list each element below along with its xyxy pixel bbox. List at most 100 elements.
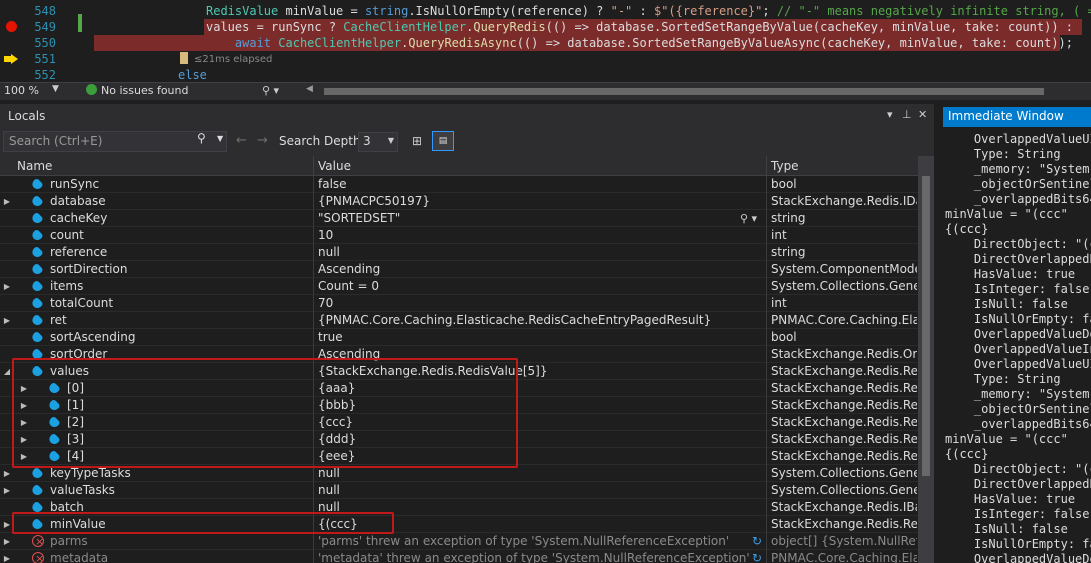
local-value[interactable]: 70 bbox=[318, 295, 762, 312]
local-value[interactable]: 'parms' threw an exception of type 'Syst… bbox=[318, 533, 762, 550]
local-row-cacheKey[interactable]: cacheKey "SORTEDSET" ⚲ ▾ string bbox=[0, 210, 918, 227]
local-row-minValue[interactable]: ▶ minValue {(ccc} StackExchange.Redis.Redi.… bbox=[0, 516, 918, 533]
local-value[interactable]: {ddd} bbox=[318, 431, 762, 448]
local-value[interactable]: null bbox=[318, 465, 762, 482]
immediate-output[interactable]: OverlappedValueUI Type: String _memory: … bbox=[945, 132, 1091, 563]
pin-members-icon[interactable]: ⊞ bbox=[412, 134, 422, 148]
local-value[interactable]: null bbox=[318, 244, 762, 261]
local-value[interactable]: null bbox=[318, 482, 762, 499]
issues-indicator[interactable]: No issues found bbox=[86, 84, 188, 97]
refresh-icon[interactable]: ↻ bbox=[752, 550, 762, 563]
search-icon[interactable]: ⚲ bbox=[197, 131, 206, 145]
code-line[interactable]: 551 bbox=[0, 51, 1091, 67]
local-row-keyTypeTasks[interactable]: ▶ keyTypeTasks null System.Collections.Gene… bbox=[0, 465, 918, 482]
local-value[interactable]: {PNMACPC50197} bbox=[318, 193, 762, 210]
expand-icon[interactable]: ▶ bbox=[2, 193, 12, 210]
horizontal-scroll-thumb[interactable] bbox=[324, 88, 1044, 95]
pin-icon[interactable]: ⊥ bbox=[902, 108, 912, 121]
local-value[interactable]: null bbox=[318, 499, 762, 516]
code-editor[interactable]: 548 RedisValue minValue = string.IsNullOr… bbox=[0, 0, 1091, 82]
expand-icon[interactable]: ▶ bbox=[2, 278, 12, 295]
text-visualizer-icon[interactable]: ⚲ ▾ bbox=[740, 210, 757, 227]
close-icon[interactable]: ✕ bbox=[918, 108, 927, 121]
column-header-name[interactable]: Name bbox=[17, 159, 52, 173]
local-row-ret[interactable]: ▶ ret {PNMAC.Core.Caching.Elasticache.Redi… bbox=[0, 312, 918, 329]
local-value[interactable]: 'metadata' threw an exception of type 'S… bbox=[318, 550, 762, 563]
expand-icon[interactable]: ▶ bbox=[19, 448, 29, 465]
local-row-sortOrder[interactable]: sortOrder Ascending StackExchange.Redis.Or… bbox=[0, 346, 918, 363]
search-input[interactable]: Search (Ctrl+E) bbox=[3, 131, 227, 152]
zoom-level[interactable]: 100 % bbox=[4, 84, 39, 97]
code-line[interactable]: 550 await CacheClientHelper.QueryRedisAs… bbox=[0, 35, 1091, 51]
expand-icon[interactable]: ▶ bbox=[2, 312, 12, 329]
local-row-runSync[interactable]: runSync false bool bbox=[0, 176, 918, 193]
local-value[interactable]: Count = 0 bbox=[318, 278, 762, 295]
zoom-dropdown-icon[interactable]: ▼ bbox=[52, 84, 59, 94]
perf-tip: ≤21ms elapsed bbox=[180, 52, 272, 66]
expand-icon[interactable]: ▶ bbox=[19, 431, 29, 448]
local-value[interactable]: {PNMAC.Core.Caching.Elasticache.RedisCac… bbox=[318, 312, 762, 329]
local-name: cacheKey bbox=[50, 211, 108, 225]
local-row-database[interactable]: ▶ database {PNMACPC50197} StackExchange.Red… bbox=[0, 193, 918, 210]
hex-display-toggle-icon[interactable]: ▤ bbox=[432, 131, 454, 151]
local-value[interactable]: {ccc} bbox=[318, 414, 762, 431]
local-value[interactable]: {(ccc} bbox=[318, 516, 762, 533]
local-value[interactable]: false bbox=[318, 176, 762, 193]
local-row-parms[interactable]: ▶ parms 'parms' threw an exception of type… bbox=[0, 533, 918, 550]
expand-icon[interactable]: ▶ bbox=[19, 380, 29, 397]
column-header-value[interactable]: Value bbox=[318, 159, 351, 173]
find-next-icon[interactable]: → bbox=[257, 133, 268, 148]
expand-icon[interactable]: ▶ bbox=[19, 414, 29, 431]
local-value[interactable]: Ascending bbox=[318, 346, 762, 363]
local-row-metadata[interactable]: ▶ metadata 'metadata' threw an exception o… bbox=[0, 550, 918, 563]
refresh-icon[interactable]: ↻ bbox=[752, 533, 762, 550]
vertical-scrollbar[interactable] bbox=[918, 156, 934, 563]
local-value[interactable]: "SORTEDSET" bbox=[318, 210, 762, 227]
column-divider[interactable] bbox=[766, 156, 767, 176]
local-value[interactable]: true bbox=[318, 329, 762, 346]
immediate-line: _memory: "System. bbox=[945, 162, 1091, 176]
search-depth-select[interactable]: 3 ▼ bbox=[358, 132, 398, 152]
local-row-reference[interactable]: reference null string bbox=[0, 244, 918, 261]
local-row-count[interactable]: count 10 int bbox=[0, 227, 918, 244]
immediate-window-tab[interactable]: Immediate Window bbox=[943, 107, 1091, 127]
local-row-valueTasks[interactable]: ▶ valueTasks null System.Collections.Generi… bbox=[0, 482, 918, 499]
local-row-items[interactable]: ▶ items Count = 0 System.Collections.Generi… bbox=[0, 278, 918, 295]
local-row-2[interactable]: ▶ [2] {ccc} StackExchange.Redis.Redi... bbox=[0, 414, 918, 431]
code-line[interactable]: 548 RedisValue minValue = string.IsNullOr… bbox=[0, 3, 1091, 19]
expand-icon[interactable]: ▶ bbox=[19, 397, 29, 414]
expand-icon[interactable]: ▶ bbox=[2, 550, 12, 563]
expand-icon[interactable]: ▶ bbox=[2, 516, 12, 533]
expand-icon[interactable]: ▶ bbox=[2, 533, 12, 550]
local-row-0[interactable]: ▶ [0] {aaa} StackExchange.Redis.Redi... bbox=[0, 380, 918, 397]
find-previous-icon[interactable]: ← bbox=[236, 133, 247, 148]
local-value[interactable]: 10 bbox=[318, 227, 762, 244]
window-position-dropdown-icon[interactable]: ▾ bbox=[887, 108, 893, 121]
local-row-sortAscending[interactable]: sortAscending true bool bbox=[0, 329, 918, 346]
local-row-totalCount[interactable]: totalCount 70 int bbox=[0, 295, 918, 312]
column-header-type[interactable]: Type bbox=[771, 159, 799, 173]
expand-icon[interactable]: ▶ bbox=[2, 465, 12, 482]
local-value[interactable]: {StackExchange.Redis.RedisValue[5]} bbox=[318, 363, 762, 380]
local-row-1[interactable]: ▶ [1] {bbb} StackExchange.Redis.Redi... bbox=[0, 397, 918, 414]
code-line[interactable]: 552 else bbox=[0, 67, 1091, 82]
local-value[interactable]: {aaa} bbox=[318, 380, 762, 397]
search-options-dropdown-icon[interactable]: ▼ bbox=[217, 134, 223, 143]
code-line[interactable]: 549 values = runSync ? CacheClientHelper.… bbox=[0, 19, 1091, 35]
code-cleanup-icon[interactable]: ⚲ ▾ bbox=[262, 84, 279, 97]
local-row-batch[interactable]: batch null StackExchange.Redis.IBatch bbox=[0, 499, 918, 516]
vertical-scroll-thumb[interactable] bbox=[922, 176, 930, 476]
local-value[interactable]: Ascending bbox=[318, 261, 762, 278]
horizontal-scrollbar[interactable]: ◀ bbox=[302, 84, 1091, 97]
scroll-left-icon[interactable]: ◀ bbox=[306, 84, 313, 94]
local-row-4[interactable]: ▶ [4] {eee} StackExchange.Redis.Redi... bbox=[0, 448, 918, 465]
editor-status-bar: 100 % ▼ No issues found ⚲ ▾ ◀ bbox=[0, 82, 1091, 100]
local-value[interactable]: {bbb} bbox=[318, 397, 762, 414]
collapse-icon[interactable]: ◢ bbox=[2, 363, 12, 380]
local-value[interactable]: {eee} bbox=[318, 448, 762, 465]
local-row-sortDirection[interactable]: sortDirection Ascending System.ComponentMo… bbox=[0, 261, 918, 278]
local-row-3[interactable]: ▶ [3] {ddd} StackExchange.Redis.Redi... bbox=[0, 431, 918, 448]
local-row-values[interactable]: ◢ values {StackExchange.Redis.RedisValue[5… bbox=[0, 363, 918, 380]
expand-icon[interactable]: ▶ bbox=[2, 482, 12, 499]
column-divider[interactable] bbox=[313, 156, 314, 176]
